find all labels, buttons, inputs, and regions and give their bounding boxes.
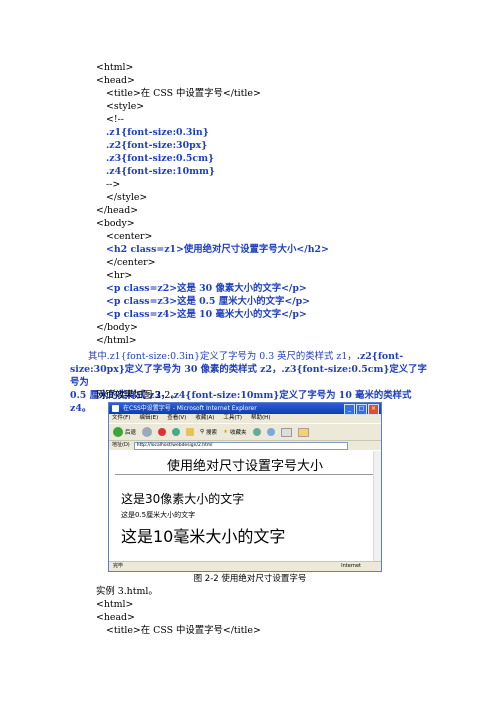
menu-item[interactable]: 查看(V) [167,414,186,423]
address-label: 地址(D) [112,442,130,448]
code-line: <html> [96,599,134,610]
code-line: </body> [96,322,138,333]
rendered-p30: 这是30像素大小的文字 [121,492,245,506]
code-line: 实例 3.html。 [96,586,158,597]
maximize-icon: □ [356,404,367,415]
menu-item[interactable]: 工具(T) [223,414,242,423]
code-line: --> [106,179,121,190]
code-line: </style> [106,192,148,203]
explanation-line1-normal: 其中.z1{font-size:0.3in}定义了字号为 0.3 英尺的类样式 … [88,351,357,362]
code-line: <p class=z3>这是 0.5 厘米大小的文字</p> [106,296,311,307]
code-line: <hr> [106,270,133,281]
search-label: 搜索 [206,430,218,436]
stop-icon [158,428,167,436]
code-line: <p class=z2>这是 30 像素大小的文字</p> [106,283,307,294]
browser-window-screenshot: 在CSS中设置字号 - Microsoft Internet Explorer … [108,402,382,572]
code-line: </center> [106,257,156,268]
rendered-p05: 这是0.5厘米大小的文字 [121,511,196,519]
browser-content: 使用绝对尺寸设置字号大小 这是30像素大小的文字 这是0.5厘米大小的文字 这是… [109,451,381,561]
code-line: <title>在 CSS 中设置字号</title> [106,625,261,636]
explanation-line2: size:30px}定义了字号为 30 像素的类样式 z2，.z3{font-s… [70,364,427,388]
browser-statusbar: 完毕 Internet [109,561,381,571]
explanation-line1-bold: .z2{font- [356,351,404,362]
refresh-icon [172,428,181,436]
figure-caption: 图 2-2 使用绝对尺寸设置字号 [193,574,307,584]
status-right: Internet [341,563,361,569]
code-line: </head> [96,205,139,216]
minimize-icon: _ [344,404,355,415]
menu-item[interactable]: 编辑(E) [139,414,158,423]
code-line: <head> [96,75,135,86]
rendered-hr [115,474,373,475]
search-icon: ⚲ [200,429,205,435]
code-line: .z1{font-size:0.3in} [106,127,209,138]
home-icon [186,428,195,436]
rendered-p10: 这是10毫米大小的文字 [121,527,286,546]
favorites-star-icon: ★ [223,429,228,435]
code-line: <h2 class=z1>使用绝对尺寸设置字号大小</h2> [106,244,329,255]
media-icon [252,428,261,436]
browser-menubar: 文件(F) 编辑(E) 查看(V) 收藏(A) 工具(T) 帮助(H) [109,414,381,423]
menu-item[interactable]: 帮助(H) [251,414,270,423]
favorites-label: 收藏夹 [230,430,247,436]
code-line: .z4{font-size:10mm} [106,166,215,177]
code-line: <body> [96,218,135,229]
code-line: <title>在 CSS 中设置字号</title> [106,88,261,99]
ie-icon [112,405,119,412]
history-icon [266,428,275,436]
browser-address-bar: 地址(D) http://localhost/webdesign/2.html [109,441,381,450]
code-line: <html> [96,62,134,73]
back-arrow-icon [113,427,123,437]
menu-item[interactable]: 文件(F) [112,414,130,423]
code-line: </html> [96,335,137,346]
address-field: http://localhost/webdesign/2.html [133,441,348,450]
browser-scrollbar [373,451,381,561]
folder-icon [297,427,309,437]
code-line: .z2{font-size:30px} [106,140,208,151]
close-icon: × [368,404,379,415]
code-line: .z3{font-size:0.5cm} [106,153,215,164]
browser-title: 在CSS中设置字号 - Microsoft Internet Explorer [123,405,257,412]
code-line: <center> [106,231,153,242]
rendered-heading: 使用绝对尺寸设置字号大小 [166,459,323,474]
code-line: <!-- [106,114,124,125]
browser-titlebar: 在CSS中设置字号 - Microsoft Internet Explorer … [109,403,381,415]
browser-toolbar: 后退 ⚲ 搜索 ★ 收藏夹 [109,423,381,441]
back-label: 后退 [125,430,137,436]
menu-item[interactable]: 收藏(A) [195,414,214,423]
status-left: 完毕 [113,563,124,569]
code-line: <style> [106,101,145,112]
mail-icon [280,427,292,437]
code-line: <head> [96,612,135,623]
forward-arrow-icon [142,427,153,437]
effect-line: 网页效果如图 2-2。 [96,390,180,401]
code-line: <p class=z4>这是 10 毫米大小的文字</p> [106,309,307,320]
document-page: <html> <head> <title>在 CSS 中设置字号</title> <s… [0,0,500,707]
